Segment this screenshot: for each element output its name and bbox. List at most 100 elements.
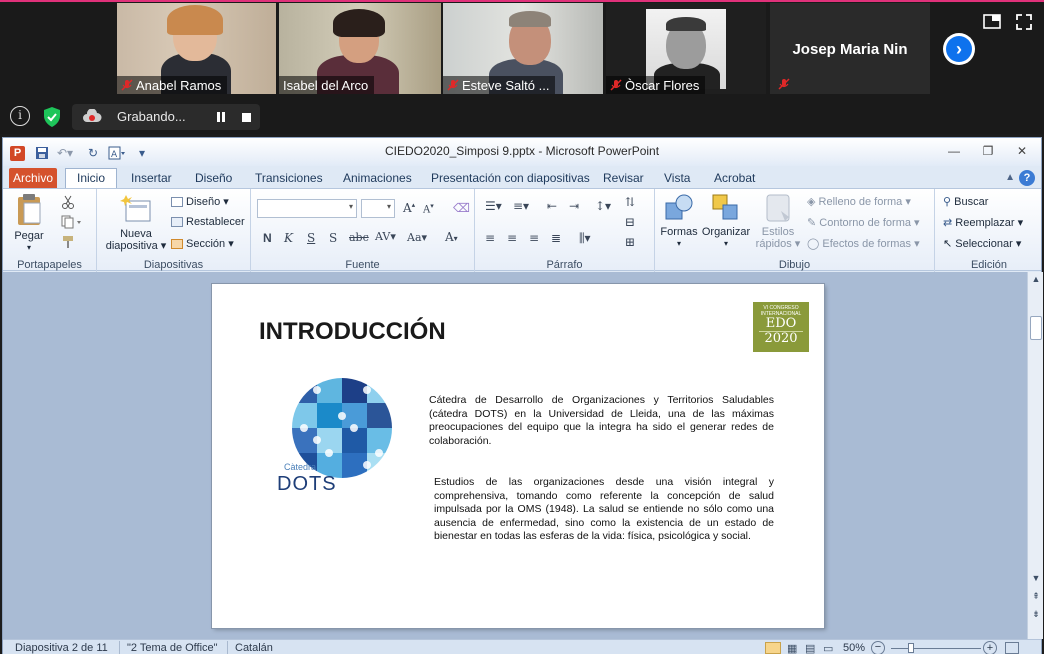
zoom-in-icon[interactable]: + bbox=[983, 641, 997, 654]
participant-name: Òscar Flores bbox=[625, 77, 700, 93]
pause-recording-button[interactable] bbox=[215, 111, 227, 123]
replace-button[interactable]: ⇄ Reemplazar ▾ bbox=[943, 216, 1023, 229]
zoom-level[interactable]: 50% bbox=[843, 642, 865, 654]
zoom-slider[interactable] bbox=[891, 648, 981, 649]
slide-sorter-icon[interactable]: ▦ bbox=[787, 642, 797, 654]
copy-icon[interactable] bbox=[61, 215, 83, 234]
reset-button[interactable]: Restablecer bbox=[171, 216, 245, 228]
shadow-icon[interactable]: S bbox=[329, 231, 337, 245]
meeting-info-icon[interactable]: i bbox=[10, 106, 30, 126]
slideshow-view-icon[interactable]: ▭ bbox=[823, 642, 833, 654]
align-center-icon[interactable]: ≡ bbox=[507, 231, 517, 245]
group-portapapeles: Pegar ▾ Portapapeles bbox=[3, 189, 97, 272]
reading-view-icon[interactable]: ▤ bbox=[805, 642, 815, 654]
clear-format-icon[interactable]: ⌫ bbox=[453, 201, 470, 215]
new-slide-label-2: diapositiva bbox=[105, 240, 158, 252]
shapes-button[interactable]: Formas ▾ bbox=[659, 193, 699, 250]
participant-tile[interactable]: Anabel Ramos bbox=[117, 3, 276, 94]
view-layout-icon[interactable] bbox=[982, 12, 1002, 32]
font-color-icon[interactable]: A▾ bbox=[445, 230, 458, 244]
smartart-icon[interactable]: ⊞ bbox=[625, 235, 635, 249]
cut-icon[interactable] bbox=[61, 195, 75, 214]
theme-name[interactable]: "2 Tema de Office" bbox=[127, 642, 218, 654]
next-slide-icon[interactable]: ⇟ bbox=[1028, 609, 1044, 623]
tab-acrobat[interactable]: Acrobat bbox=[714, 169, 755, 188]
vertical-scrollbar[interactable]: ▲ ▼ ⇞ ⇟ bbox=[1027, 272, 1043, 639]
section-label: Sección bbox=[186, 238, 226, 250]
minimize-ribbon-icon[interactable]: ▲ bbox=[1005, 172, 1015, 183]
tab-revisar[interactable]: Revisar bbox=[603, 169, 644, 188]
change-case-icon[interactable]: Aa▾ bbox=[407, 231, 427, 244]
grow-font-icon[interactable]: A▴ bbox=[403, 201, 415, 215]
scroll-thumb[interactable] bbox=[1030, 316, 1042, 340]
paste-button[interactable]: Pegar ▾ bbox=[9, 193, 49, 254]
participant-tile[interactable]: Esteve Saltó ... bbox=[443, 3, 603, 94]
increase-indent-icon[interactable]: ⇥ bbox=[569, 199, 579, 213]
arrange-button[interactable]: Organizar ▾ bbox=[701, 193, 751, 250]
underline-icon[interactable]: S bbox=[307, 231, 315, 245]
ribbon: Pegar ▾ Portapapeles Nueva diapositiva ▾… bbox=[3, 188, 1041, 272]
tab-insertar[interactable]: Insertar bbox=[131, 169, 172, 188]
previous-slide-icon[interactable]: ⇞ bbox=[1028, 591, 1044, 605]
normal-view-icon[interactable] bbox=[765, 642, 781, 654]
shrink-font-icon[interactable]: A▾ bbox=[423, 202, 434, 215]
new-slide-button[interactable]: Nueva diapositiva ▾ bbox=[103, 193, 169, 252]
shape-fill-button[interactable]: ◈ Relleno de forma ▾ bbox=[807, 195, 911, 208]
paste-label: Pegar bbox=[14, 230, 44, 242]
layout-button[interactable]: Diseño ▾ bbox=[171, 195, 229, 208]
numbering-icon[interactable]: ≡▾ bbox=[513, 199, 529, 213]
fit-slide-icon[interactable] bbox=[1005, 642, 1019, 654]
slide-paragraph-1[interactable]: Cátedra de Desarrollo de Organizaciones … bbox=[429, 394, 774, 448]
shape-outline-button[interactable]: ✎ Contorno de forma ▾ bbox=[807, 216, 920, 229]
tab-diseno[interactable]: Diseño bbox=[195, 169, 232, 188]
bullets-icon[interactable]: ☰▾ bbox=[485, 199, 502, 213]
help-icon[interactable]: ? bbox=[1019, 170, 1035, 186]
scroll-up-icon[interactable]: ▲ bbox=[1028, 274, 1044, 288]
char-spacing-icon[interactable]: AV▾ bbox=[375, 230, 396, 243]
stop-recording-button[interactable] bbox=[242, 113, 251, 122]
align-left-icon[interactable]: ≡ bbox=[485, 231, 495, 245]
align-right-icon[interactable]: ≡ bbox=[529, 231, 539, 245]
scroll-down-icon[interactable]: ▼ bbox=[1028, 573, 1044, 587]
participant-tile-active[interactable]: Isabel del Arco bbox=[279, 3, 441, 94]
format-painter-icon[interactable] bbox=[61, 235, 75, 254]
find-button[interactable]: ⚲ Buscar bbox=[943, 195, 988, 208]
tab-animaciones[interactable]: Animaciones bbox=[343, 169, 412, 188]
font-name-combo[interactable]: ▾ bbox=[257, 199, 357, 218]
decrease-indent-icon[interactable]: ⇤ bbox=[547, 199, 557, 213]
tab-transiciones[interactable]: Transiciones bbox=[255, 169, 323, 188]
font-size-combo[interactable]: ▾ bbox=[361, 199, 395, 218]
group-label: Edición bbox=[970, 259, 1008, 271]
shape-effects-button[interactable]: ◯ Efectos de formas ▾ bbox=[807, 237, 920, 250]
participant-tile[interactable]: Òscar Flores bbox=[606, 3, 766, 94]
tab-archivo[interactable]: Archivo bbox=[9, 168, 57, 188]
restore-button[interactable]: ❐ bbox=[977, 144, 999, 160]
slide-paragraph-2[interactable]: Estudios de las organizaciones desde una… bbox=[434, 476, 774, 544]
text-direction-icon[interactable]: ⇅ bbox=[625, 195, 635, 209]
strikethrough-icon[interactable]: abc bbox=[349, 231, 369, 244]
bold-icon[interactable]: N bbox=[263, 231, 272, 245]
zoom-slider-thumb[interactable] bbox=[908, 643, 914, 653]
line-spacing-icon[interactable]: ↕▾ bbox=[595, 199, 611, 213]
section-button[interactable]: Sección ▾ bbox=[171, 237, 234, 250]
zoom-out-icon[interactable]: − bbox=[871, 641, 885, 654]
tab-vista[interactable]: Vista bbox=[664, 169, 690, 188]
slide-title[interactable]: INTRODUCCIÓN bbox=[259, 318, 446, 346]
minimize-button[interactable]: — bbox=[943, 144, 965, 160]
close-button[interactable]: ✕ bbox=[1011, 144, 1033, 160]
tab-inicio[interactable]: Inicio bbox=[65, 168, 118, 189]
fullscreen-icon[interactable] bbox=[1014, 12, 1034, 32]
next-participants-button[interactable]: › bbox=[943, 33, 975, 65]
italic-icon[interactable]: K bbox=[284, 231, 293, 245]
shape-fill-label: Relleno de forma bbox=[818, 196, 903, 208]
participant-tile-no-video[interactable]: Josep Maria Nin bbox=[770, 3, 930, 94]
slide-canvas[interactable]: INTRODUCCIÓN VI CONGRESO INTERNACIONAL E… bbox=[212, 284, 824, 628]
justify-icon[interactable]: ≣ bbox=[551, 231, 561, 245]
select-button[interactable]: ↖ Seleccionar ▾ bbox=[943, 237, 1021, 250]
language-indicator[interactable]: Catalán bbox=[235, 642, 273, 654]
quick-styles-button[interactable]: Estilos rápidos ▾ bbox=[753, 193, 803, 250]
security-shield-icon[interactable] bbox=[40, 105, 64, 129]
align-text-icon[interactable]: ⊟ bbox=[625, 215, 635, 229]
tab-presentacion[interactable]: Presentación con diapositivas bbox=[431, 169, 590, 188]
columns-icon[interactable]: ⫼▾ bbox=[579, 231, 591, 246]
